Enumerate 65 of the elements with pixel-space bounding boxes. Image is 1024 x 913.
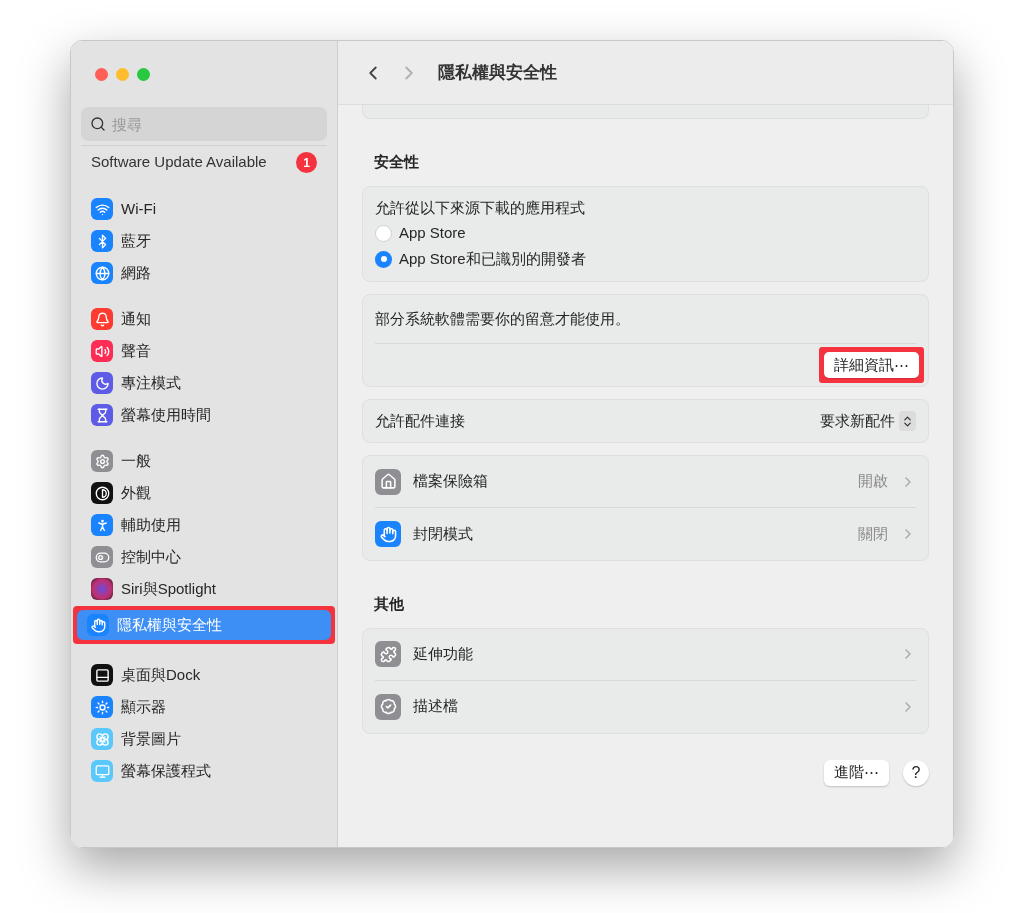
flower-icon <box>91 728 113 750</box>
sidebar-item[interactable]: 螢幕使用時間 <box>81 400 327 430</box>
link-row[interactable]: 延伸功能 <box>375 628 916 681</box>
speaker-icon <box>91 340 113 362</box>
bluetooth-icon <box>91 230 113 252</box>
dock-icon <box>91 664 113 686</box>
link-row[interactable]: 檔案保險箱 開啟 <box>375 456 916 508</box>
sidebar-item[interactable]: 通知 <box>81 304 327 334</box>
hand-icon <box>375 521 401 547</box>
accessibility-icon <box>91 514 113 536</box>
search-icon <box>90 116 106 132</box>
siri-orb-icon <box>91 578 113 600</box>
section-heading: 安全性 <box>373 152 420 172</box>
hand-icon <box>87 614 109 636</box>
sidebar-item[interactable]: 顯示器 <box>81 692 327 722</box>
radio-option[interactable]: App Store和已識別的開發者 <box>375 247 916 271</box>
row-value: 關閉 <box>858 523 888 544</box>
close-button[interactable] <box>95 67 108 81</box>
search-field[interactable]: 搜尋 <box>81 107 327 141</box>
link-row[interactable]: 描述檔 <box>375 680 916 733</box>
link-row[interactable]: 封閉模式 關閉 <box>375 508 916 560</box>
radio-button[interactable] <box>375 224 392 242</box>
radio-button[interactable] <box>375 250 392 268</box>
details-button[interactable]: 詳細資訊⋯ <box>824 352 919 378</box>
group-label: 允許從以下來源下載的應用程式 <box>375 197 586 218</box>
bell-icon <box>91 308 113 330</box>
advanced-button[interactable]: 進階⋯ <box>824 759 889 786</box>
globe-icon <box>91 262 113 284</box>
update-count: 1 <box>296 152 317 173</box>
minimize-button[interactable] <box>116 67 129 81</box>
setting-label: 允許配件連接 <box>375 410 465 431</box>
contrast-icon <box>91 482 113 504</box>
sidebar-item[interactable]: 輔助使用 <box>81 510 327 540</box>
stepper-icon <box>899 411 916 431</box>
gear-icon <box>91 450 113 472</box>
sidebar-item[interactable]: 外觀 <box>81 478 327 508</box>
sidebar-item[interactable]: 聲音 <box>81 336 327 366</box>
wifi-icon <box>91 198 113 220</box>
sidebar-item[interactable]: 專注模式 <box>81 368 327 398</box>
radio-option[interactable]: App Store <box>375 221 916 245</box>
puzzle-icon <box>375 641 401 667</box>
badge-check-icon <box>375 693 401 720</box>
sidebar-item[interactable]: 控制中心 <box>81 542 327 572</box>
sidebar-item[interactable]: 網路 <box>81 258 327 288</box>
sidebar-item[interactable]: 桌面與Dock <box>81 660 327 690</box>
row-value: 開啟 <box>858 471 888 492</box>
help-button[interactable]: ? <box>903 759 929 786</box>
moon-icon <box>91 372 113 394</box>
sun-icon <box>91 696 113 718</box>
sidebar-item[interactable]: Siri與Spotlight <box>81 574 327 604</box>
hourglass-icon <box>91 404 113 426</box>
sidebar-item[interactable]: 藍牙 <box>81 226 327 256</box>
update-notice[interactable]: Software Update Available <box>91 151 267 174</box>
notice-text: 部分系統軟體需要你的留意才能使用。 <box>375 310 630 327</box>
section-heading: 其他 <box>373 594 405 614</box>
toggle-icon <box>91 546 113 568</box>
sidebar-item[interactable]: 螢幕保護程式 <box>81 756 327 786</box>
zoom-button[interactable] <box>137 67 150 81</box>
monitor-icon <box>91 760 113 782</box>
house-icon <box>375 468 401 495</box>
popup-button[interactable]: 要求新配件 <box>820 409 916 433</box>
sidebar-item[interactable]: 一般 <box>81 446 327 476</box>
window-title: 隱私權與安全性 <box>438 61 557 84</box>
sidebar-item[interactable]: 背景圖片 <box>81 724 327 754</box>
sidebar-item[interactable]: Wi-Fi <box>81 194 327 224</box>
